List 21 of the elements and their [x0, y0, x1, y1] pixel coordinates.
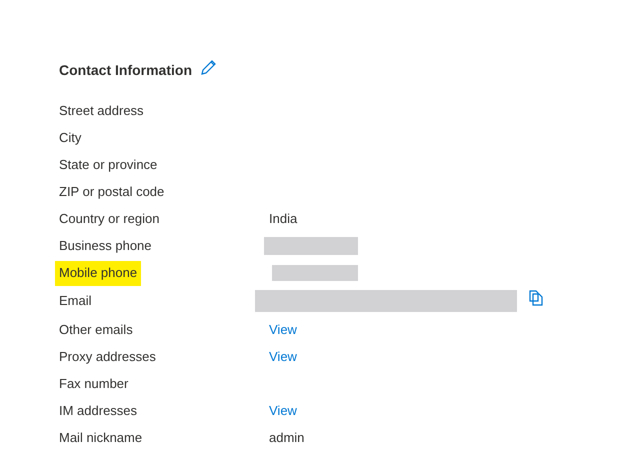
field-label: IM addresses: [59, 402, 138, 418]
field-label: State or province: [59, 156, 158, 172]
section-title: Contact Information: [59, 61, 192, 80]
field-label: Other emails: [59, 322, 133, 337]
view-link[interactable]: View: [269, 400, 297, 420]
field-label: City: [59, 130, 82, 145]
field-label: Country or region: [59, 210, 160, 226]
field-label: Street address: [59, 102, 144, 118]
pencil-icon[interactable]: [200, 59, 217, 76]
field-value: admin: [269, 428, 304, 447]
copy-icon[interactable]: [529, 290, 543, 306]
view-link[interactable]: View: [269, 320, 297, 340]
field-label: Proxy addresses: [59, 348, 156, 364]
field-label: Business phone: [59, 238, 152, 253]
field-value: India: [269, 210, 298, 228]
field-label: Mobile phone: [55, 260, 142, 286]
field-label: Fax number: [59, 376, 128, 391]
field-label: Mail nickname: [59, 430, 142, 445]
field-label: ZIP or postal code: [59, 184, 164, 199]
view-link[interactable]: View: [269, 346, 297, 366]
field-label: Email: [59, 293, 92, 308]
